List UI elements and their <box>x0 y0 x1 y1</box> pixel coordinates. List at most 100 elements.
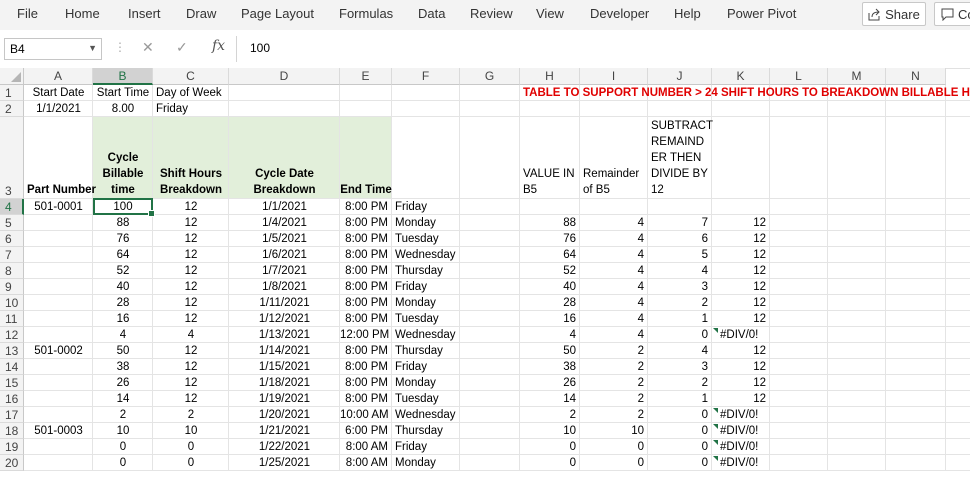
share-button[interactable]: Share <box>862 2 926 26</box>
cell-divide: 3 <box>701 281 708 293</box>
cell-cycle-date: 1/13/2021 <box>258 329 311 341</box>
cell-value-b5: 4 <box>569 329 576 341</box>
column-header-e[interactable]: E <box>340 68 392 85</box>
row-header-2[interactable]: 2 <box>0 101 24 117</box>
row-header-5[interactable]: 5 <box>0 215 24 231</box>
cell-divide: 7 <box>701 217 708 229</box>
cell-day: Thursday <box>395 345 443 357</box>
row-header-6[interactable]: 6 <box>0 231 24 247</box>
tab-draw[interactable]: Draw <box>186 6 216 21</box>
row-header-11[interactable]: 11 <box>0 311 24 327</box>
formula-input[interactable]: 100 <box>250 41 270 55</box>
cell-billable-time: 10 <box>116 425 130 437</box>
cell-billable-time: 2 <box>119 409 127 421</box>
row-header-4[interactable]: 4 <box>0 199 24 215</box>
tab-page-layout[interactable]: Page Layout <box>241 6 314 21</box>
tab-review[interactable]: Review <box>470 6 513 21</box>
row-header-19[interactable]: 19 <box>0 439 24 455</box>
tab-file[interactable]: File <box>17 6 38 21</box>
cell-shift-hours: 10 <box>184 425 198 437</box>
selected-cell[interactable] <box>93 198 155 217</box>
cell-remainder: 2 <box>637 361 644 373</box>
cell-shift-hours: 12 <box>184 265 198 277</box>
cell-remainder: 4 <box>637 233 644 245</box>
cell-day: Wednesday <box>395 249 456 261</box>
cell-remainder: 4 <box>637 297 644 309</box>
chevron-down-icon[interactable]: ▼ <box>88 43 97 53</box>
row-header-20[interactable]: 20 <box>0 455 24 471</box>
cell-divide: 4 <box>701 265 708 277</box>
enter-icon[interactable]: ✓ <box>176 39 188 56</box>
row-header-13[interactable]: 13 <box>0 343 24 359</box>
row-header-9[interactable]: 9 <box>0 279 24 295</box>
cell-end-time: 8:00 PM <box>345 265 388 277</box>
row-header-7[interactable]: 7 <box>0 247 24 263</box>
row-header-10[interactable]: 10 <box>0 295 24 311</box>
drag-handle-icon[interactable]: ⋮ <box>114 40 127 54</box>
cell-part-number: 501-0003 <box>34 425 83 437</box>
column-header-l[interactable]: L <box>770 68 828 85</box>
cell-k-value: 12 <box>753 233 766 245</box>
name-box[interactable]: B4 ▼ <box>4 38 102 60</box>
row-header-1[interactable]: 1 <box>0 85 24 101</box>
cell-k-value: 12 <box>753 377 766 389</box>
column-header-d[interactable]: D <box>229 68 340 85</box>
row-header-17[interactable]: 17 <box>0 407 24 423</box>
cell-day: Monday <box>395 297 436 309</box>
tab-view[interactable]: View <box>536 6 564 21</box>
insert-function-icon[interactable]: fx <box>212 38 225 54</box>
column-header-k[interactable]: K <box>712 68 770 85</box>
cancel-icon[interactable]: ✕ <box>142 39 154 56</box>
cell-k-value: 12 <box>753 249 766 261</box>
cell-cycle-date: 1/1/2021 <box>262 201 307 213</box>
row-header-15[interactable]: 15 <box>0 375 24 391</box>
cell-value-b5: 0 <box>569 457 576 469</box>
select-all-button[interactable] <box>0 68 24 85</box>
column-header-j[interactable]: J <box>648 68 712 85</box>
header-b-line: time <box>111 184 135 196</box>
tab-formulas[interactable]: Formulas <box>339 6 393 21</box>
column-header-f[interactable]: F <box>392 68 460 85</box>
row-header-12[interactable]: 12 <box>0 327 24 343</box>
column-header-c[interactable]: C <box>153 68 229 85</box>
spreadsheet-grid[interactable]: A B C D E F G H I J K L M N 1 2 3 4 5 6 7 8 9 10 11 12 13 14 15 16 17 1… <box>0 68 970 483</box>
error-indicator-icon <box>713 408 718 413</box>
cell-a1: Start Date <box>32 87 85 99</box>
column-header-g[interactable]: G <box>460 68 520 85</box>
column-header-i[interactable]: I <box>580 68 648 85</box>
cell-billable-time: 50 <box>116 345 130 357</box>
cell-value-b5: 28 <box>563 297 576 309</box>
cell-remainder: 2 <box>637 345 644 357</box>
tab-insert[interactable]: Insert <box>128 6 161 21</box>
cell-remainder: 4 <box>637 281 644 293</box>
tab-help[interactable]: Help <box>674 6 701 21</box>
cell-k-value: #DIV/0! <box>720 409 759 421</box>
column-header-h[interactable]: H <box>520 68 580 85</box>
row-header-14[interactable]: 14 <box>0 359 24 375</box>
column-header-n[interactable]: N <box>886 68 946 85</box>
tab-power-pivot[interactable]: Power Pivot <box>727 6 796 21</box>
column-header-m[interactable]: M <box>828 68 886 85</box>
tab-home[interactable]: Home <box>65 6 100 21</box>
row-header-16[interactable]: 16 <box>0 391 24 407</box>
cell-day: Monday <box>395 377 436 389</box>
row-header-3[interactable]: 3 <box>0 117 24 199</box>
tab-data[interactable]: Data <box>418 6 445 21</box>
column-header-b[interactable]: B <box>93 68 153 85</box>
cell-k-value: 12 <box>753 265 766 277</box>
ribbon-tab-bar: File Home Insert Draw Page Layout Formul… <box>0 0 970 31</box>
row-header-8[interactable]: 8 <box>0 263 24 279</box>
row-header-18[interactable]: 18 <box>0 423 24 439</box>
cell-value-b5: 52 <box>563 265 576 277</box>
header-d-line: Cycle Date <box>255 168 314 180</box>
cell-cycle-date: 1/7/2021 <box>262 265 307 277</box>
comments-button[interactable]: Co <box>934 2 970 26</box>
cell-remainder: 10 <box>631 425 644 437</box>
cell-k-value: 12 <box>753 297 766 309</box>
header-b-line: Billable <box>102 168 144 180</box>
cell-billable-time: 76 <box>116 233 130 245</box>
cell-value-b5: 14 <box>563 393 576 405</box>
column-header-a[interactable]: A <box>24 68 93 85</box>
tab-developer[interactable]: Developer <box>590 6 649 21</box>
cell-cycle-date: 1/11/2021 <box>259 297 310 309</box>
